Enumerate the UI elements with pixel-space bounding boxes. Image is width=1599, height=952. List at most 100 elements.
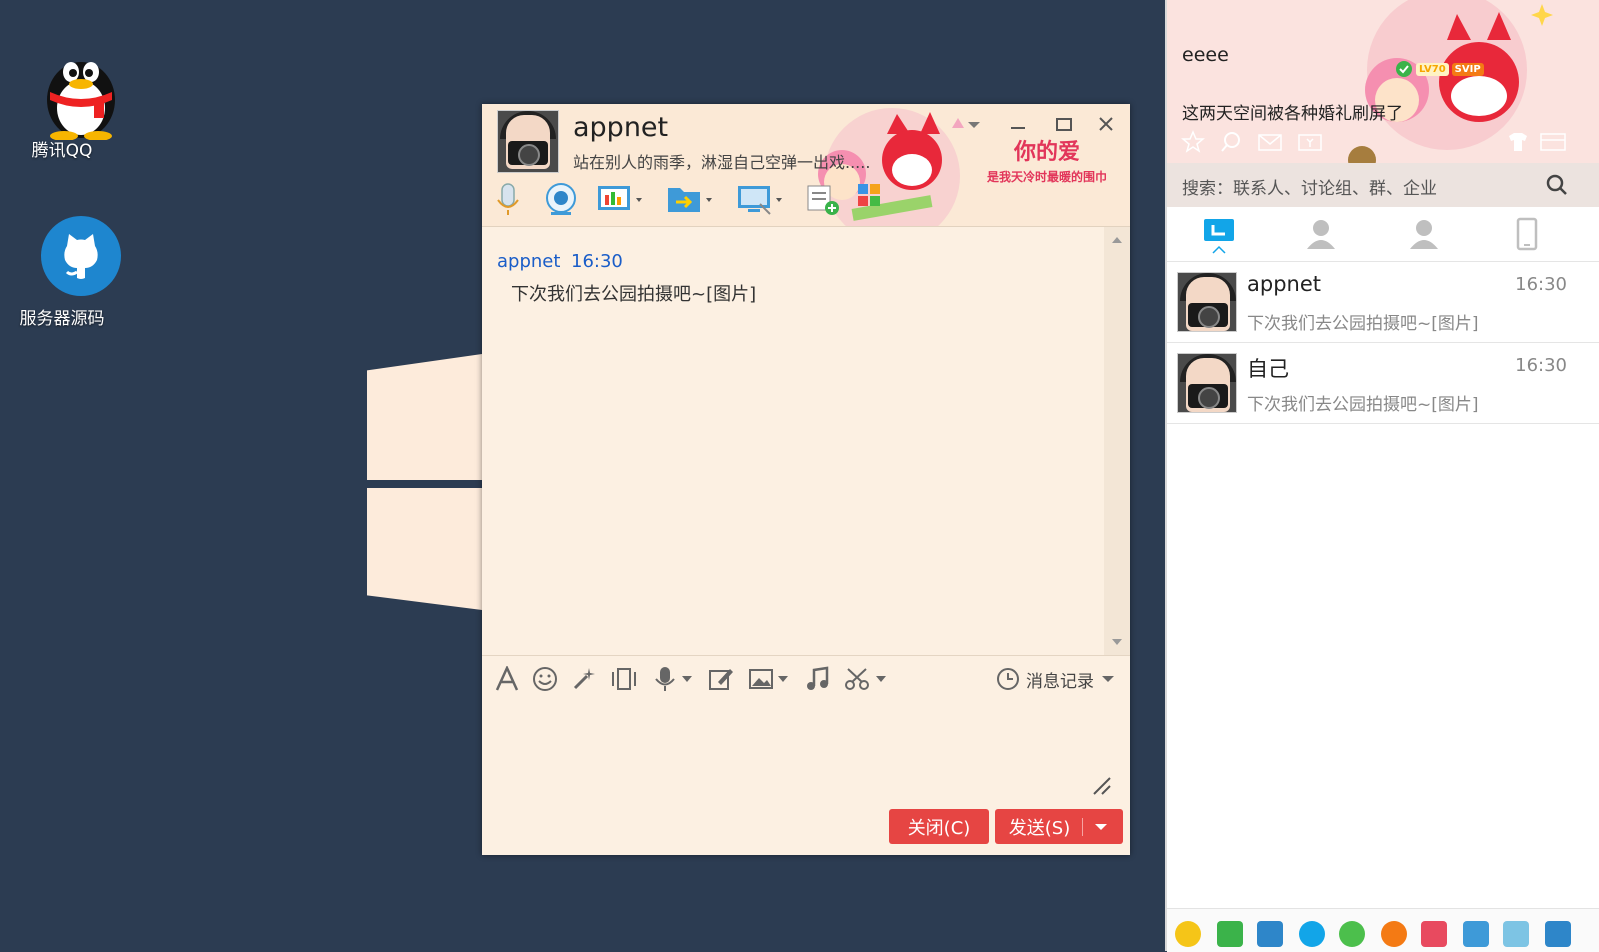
badges: LV70 SVIP (1395, 60, 1484, 78)
messages-icon (1204, 219, 1234, 254)
search-bar[interactable]: 搜索：联系人、讨论组、群、企业 (1167, 163, 1599, 207)
profile-header: eeee LV70 SVIP 这两天空间被各种婚礼刷屏了 (1167, 0, 1599, 163)
phone-icon (1516, 217, 1538, 251)
mail-icon[interactable] (1257, 130, 1283, 154)
conversation-name: 自己 (1247, 357, 1289, 381)
voice-call-icon[interactable] (494, 182, 522, 218)
scroll-up-icon (1112, 237, 1122, 243)
avatar (1177, 272, 1237, 332)
app-icon[interactable] (1175, 921, 1201, 947)
conversation-preview: 下次我们去公园拍摄吧~[图片] (1247, 395, 1479, 415)
font-icon[interactable] (494, 665, 520, 693)
profile-toolbar (1181, 130, 1323, 154)
message-sender: appnet (497, 251, 561, 272)
clock-icon (997, 668, 1019, 690)
resize-handle-icon (1093, 777, 1111, 795)
skin-icon[interactable] (1505, 130, 1531, 154)
contact-name: appnet (573, 112, 669, 143)
app-dock (1167, 908, 1599, 952)
contact-status: 站在别人的雨季，淋湿自己空弹一出戏..... (573, 153, 871, 172)
tab-groups[interactable] (1404, 215, 1444, 255)
contacts-icon (1307, 220, 1335, 249)
search-input[interactable]: 搜索：联系人、讨论组、群、企业 (1182, 174, 1437, 199)
voice-message-icon[interactable] (652, 665, 696, 693)
message-input[interactable] (482, 700, 1130, 800)
send-button-label: 发送(S) (1008, 817, 1071, 839)
scrollbar[interactable] (1104, 227, 1130, 655)
wallet-icon[interactable] (1297, 130, 1323, 154)
app-icon[interactable] (1421, 921, 1447, 947)
screen-share-icon[interactable] (736, 182, 788, 218)
message-history[interactable]: appnet 16:30 下次我们去公园拍摄吧~[图片] (482, 227, 1104, 655)
app-icon[interactable] (1299, 921, 1325, 947)
image-icon[interactable] (748, 665, 792, 693)
chevron-down-icon (1102, 676, 1114, 682)
conversation-preview: 下次我们去公园拍摄吧~[图片] (1247, 314, 1479, 334)
app-box-icon[interactable] (1539, 130, 1567, 154)
send-button[interactable]: 发送(S) (995, 809, 1123, 844)
message-time: 16:30 (571, 251, 623, 272)
maximize-icon[interactable] (1054, 114, 1074, 134)
message-text: 下次我们去公园拍摄吧~[图片] (511, 284, 757, 305)
desktop-icon-qq[interactable]: 腾讯QQ (2, 48, 122, 161)
github-octocat-icon (20, 216, 121, 300)
create-group-icon[interactable] (806, 182, 840, 218)
app-icon[interactable] (1381, 921, 1407, 947)
avatar (1177, 353, 1237, 413)
chevron-down-icon (1095, 823, 1108, 830)
remote-app-icon[interactable] (596, 182, 648, 218)
app-icon[interactable] (1339, 921, 1365, 947)
tab-messages[interactable] (1199, 215, 1239, 255)
chat-header: appnet 站在别人的雨季，淋湿自己空弹一出戏..... 你的爱 是我天冷时最… (482, 104, 1130, 227)
music-icon[interactable] (805, 665, 831, 693)
conversation-name: appnet (1247, 272, 1321, 296)
shake-icon[interactable] (610, 665, 638, 693)
close-icon[interactable] (1096, 114, 1116, 134)
close-button[interactable]: 关闭(C) (889, 809, 989, 844)
input-toolbar: 消息记录 (482, 655, 1130, 700)
signature[interactable]: 这两天空间被各种婚礼刷屏了 (1182, 99, 1403, 124)
qzone-icon[interactable] (1181, 130, 1205, 154)
dropdown-icon[interactable] (964, 114, 984, 134)
groups-icon (1410, 220, 1438, 249)
verified-icon (1396, 61, 1412, 77)
chat-window[interactable]: appnet 站在别人的雨季，淋湿自己空弹一出戏..... 你的爱 是我天冷时最… (482, 104, 1130, 855)
app-icon[interactable] (1257, 921, 1283, 947)
banner-subtitle: 是我天冷时最暖的围巾 (986, 170, 1107, 184)
tab-contacts[interactable] (1301, 215, 1341, 255)
app-icon[interactable] (1463, 921, 1489, 947)
search-icon[interactable] (1219, 130, 1243, 154)
conversation-item[interactable]: 自己 16:30 下次我们去公园拍摄吧~[图片] (1167, 343, 1599, 424)
close-button-label: 关闭(C) (907, 817, 971, 839)
minimize-icon[interactable] (1008, 114, 1028, 134)
wallpaper-logo-pane (367, 488, 482, 610)
magic-icon[interactable] (571, 665, 597, 693)
conversation-time: 16:30 (1515, 355, 1567, 376)
edit-icon[interactable] (708, 665, 734, 693)
desktop-icon-server-source[interactable]: 服务器源码 (2, 216, 122, 329)
conversation-item[interactable]: appnet 16:30 下次我们去公园拍摄吧~[图片] (1167, 262, 1599, 343)
screenshot-icon[interactable] (844, 665, 890, 693)
app-icon[interactable] (1217, 921, 1243, 947)
message-history-button[interactable]: 消息记录 (996, 665, 1118, 693)
scroll-down-icon (1112, 639, 1122, 645)
header-banner: 你的爱 是我天冷时最暖的围巾 (970, 134, 1124, 185)
conversation-time: 16:30 (1515, 274, 1567, 295)
app-icon[interactable] (1545, 921, 1571, 947)
qq-main-panel: eeee LV70 SVIP 这两天空间被各种婚礼刷屏了 搜索：联系人、讨论组、… (1165, 0, 1599, 952)
file-transfer-icon[interactable] (666, 182, 718, 218)
nickname[interactable]: eeee (1182, 44, 1229, 66)
qq-penguin-icon (20, 48, 115, 140)
tab-devices[interactable] (1507, 215, 1547, 255)
search-icon[interactable] (1545, 173, 1569, 197)
video-call-icon[interactable] (544, 182, 578, 218)
vip-badge: SVIP (1451, 62, 1484, 76)
emoji-icon[interactable] (532, 665, 558, 693)
wallpaper-logo-pane (367, 354, 482, 480)
history-label: 消息记录 (1026, 671, 1094, 692)
app-icon[interactable] (1503, 921, 1529, 947)
banner-title: 你的爱 (1013, 140, 1080, 165)
contact-avatar[interactable] (497, 110, 559, 173)
main-tabs (1167, 207, 1599, 262)
desktop-icon-label: 服务器源码 (19, 309, 105, 329)
